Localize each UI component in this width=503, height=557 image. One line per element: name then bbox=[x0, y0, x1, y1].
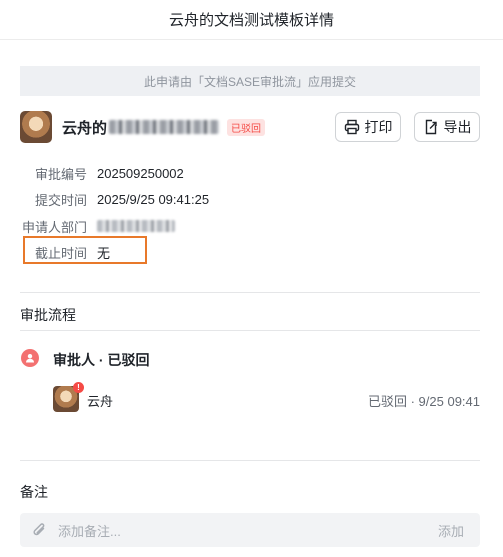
export-button-label: 导出 bbox=[443, 119, 472, 135]
printer-icon bbox=[344, 119, 359, 135]
paperclip-icon[interactable] bbox=[31, 521, 49, 539]
divider bbox=[20, 330, 480, 331]
applicant-avatar bbox=[20, 111, 52, 143]
status-badge: 已驳回 bbox=[227, 118, 266, 136]
field-label: 提交时间 bbox=[34, 192, 87, 208]
field-approval-no: 审批编号 202509250002 bbox=[20, 163, 184, 183]
deadline-highlight-box bbox=[23, 236, 147, 264]
field-label: 审批编号 bbox=[34, 166, 87, 182]
export-icon bbox=[425, 119, 437, 135]
flow-step-title: 审批人 · 已驳回 bbox=[53, 352, 150, 368]
request-title-redacted bbox=[109, 120, 220, 134]
field-value: 2025/9/25 09:41:25 bbox=[97, 191, 210, 207]
flow-section-title: 审批流程 bbox=[20, 307, 76, 323]
remark-section-title: 备注 bbox=[20, 484, 48, 500]
rejected-badge: ! bbox=[73, 382, 84, 393]
page-header: 云舟的文档测试模板详情 bbox=[0, 0, 503, 40]
field-submit-time: 提交时间 2025/9/25 09:41:25 bbox=[20, 189, 209, 209]
approver-status: 已驳回 · 9/25 09:41 bbox=[368, 394, 480, 409]
rejected-user-icon bbox=[21, 349, 39, 367]
export-button[interactable]: 导出 bbox=[414, 112, 480, 142]
source-banner: 此申请由「文档SASE审批流」应用提交 bbox=[20, 66, 480, 96]
print-button[interactable]: 打印 bbox=[335, 112, 401, 142]
print-button-label: 打印 bbox=[364, 119, 393, 135]
remark-placeholder: 添加备注... bbox=[58, 523, 121, 539]
field-department: 申请人部门 bbox=[20, 216, 175, 236]
remark-input[interactable]: 添加备注... 添加 bbox=[20, 513, 480, 547]
request-title-row: 云舟的 已驳回 打印 导出 bbox=[20, 110, 480, 144]
department-redacted bbox=[97, 220, 175, 232]
divider bbox=[20, 292, 480, 293]
approver-name: 云舟 bbox=[87, 394, 114, 409]
divider bbox=[20, 460, 480, 461]
add-remark-button[interactable]: 添加 bbox=[438, 521, 464, 540]
page-title: 云舟的文档测试模板详情 bbox=[168, 12, 334, 29]
request-title: 云舟的 bbox=[62, 119, 108, 137]
field-value: 202509250002 bbox=[97, 165, 184, 181]
field-label: 申请人部门 bbox=[21, 219, 87, 235]
